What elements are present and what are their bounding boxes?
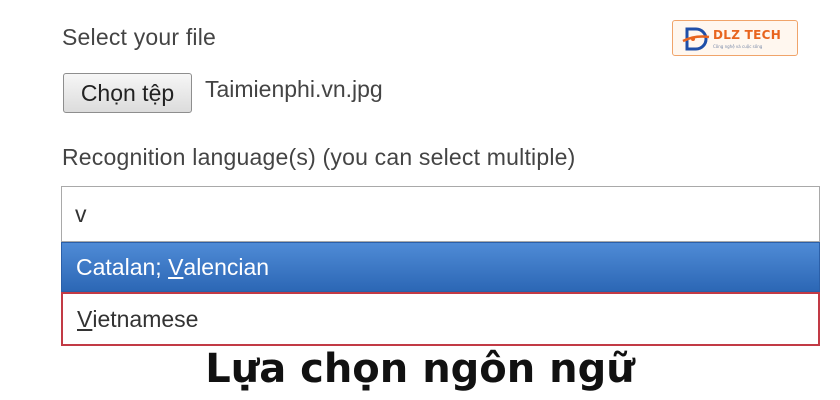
option-text-match: V — [77, 305, 93, 332]
logo-tagline: Công nghệ và cuộc sống — [713, 44, 763, 49]
logo-text: DLZ TECH — [713, 28, 782, 42]
option-text-rest: ietnamese — [92, 305, 199, 332]
selected-file-name: Taimienphi.vn.jpg — [205, 76, 383, 102]
caption-title: Lựa chọn ngôn ngữ — [205, 346, 635, 392]
option-catalan-valencian[interactable]: Catalan; Valencian — [61, 242, 820, 292]
option-text-rest: alencian — [183, 253, 270, 280]
option-text-match: V — [168, 253, 184, 280]
dlz-tech-logo: DLZ TECH Công nghệ và cuộc sống — [672, 20, 798, 56]
choose-file-button[interactable]: Chọn tệp — [63, 73, 192, 113]
language-dropdown: Catalan; Valencian Vietnamese — [61, 242, 820, 346]
language-input-value: v — [75, 200, 87, 227]
dlz-logo-mark-icon — [682, 27, 710, 51]
option-text-prefix: Catalan; — [76, 253, 169, 280]
option-vietnamese[interactable]: Vietnamese — [61, 292, 820, 346]
recognition-language-label: Recognition language(s) (you can select … — [62, 144, 576, 170]
select-file-label: Select your file — [62, 24, 217, 50]
language-search-input[interactable]: v — [61, 186, 820, 242]
